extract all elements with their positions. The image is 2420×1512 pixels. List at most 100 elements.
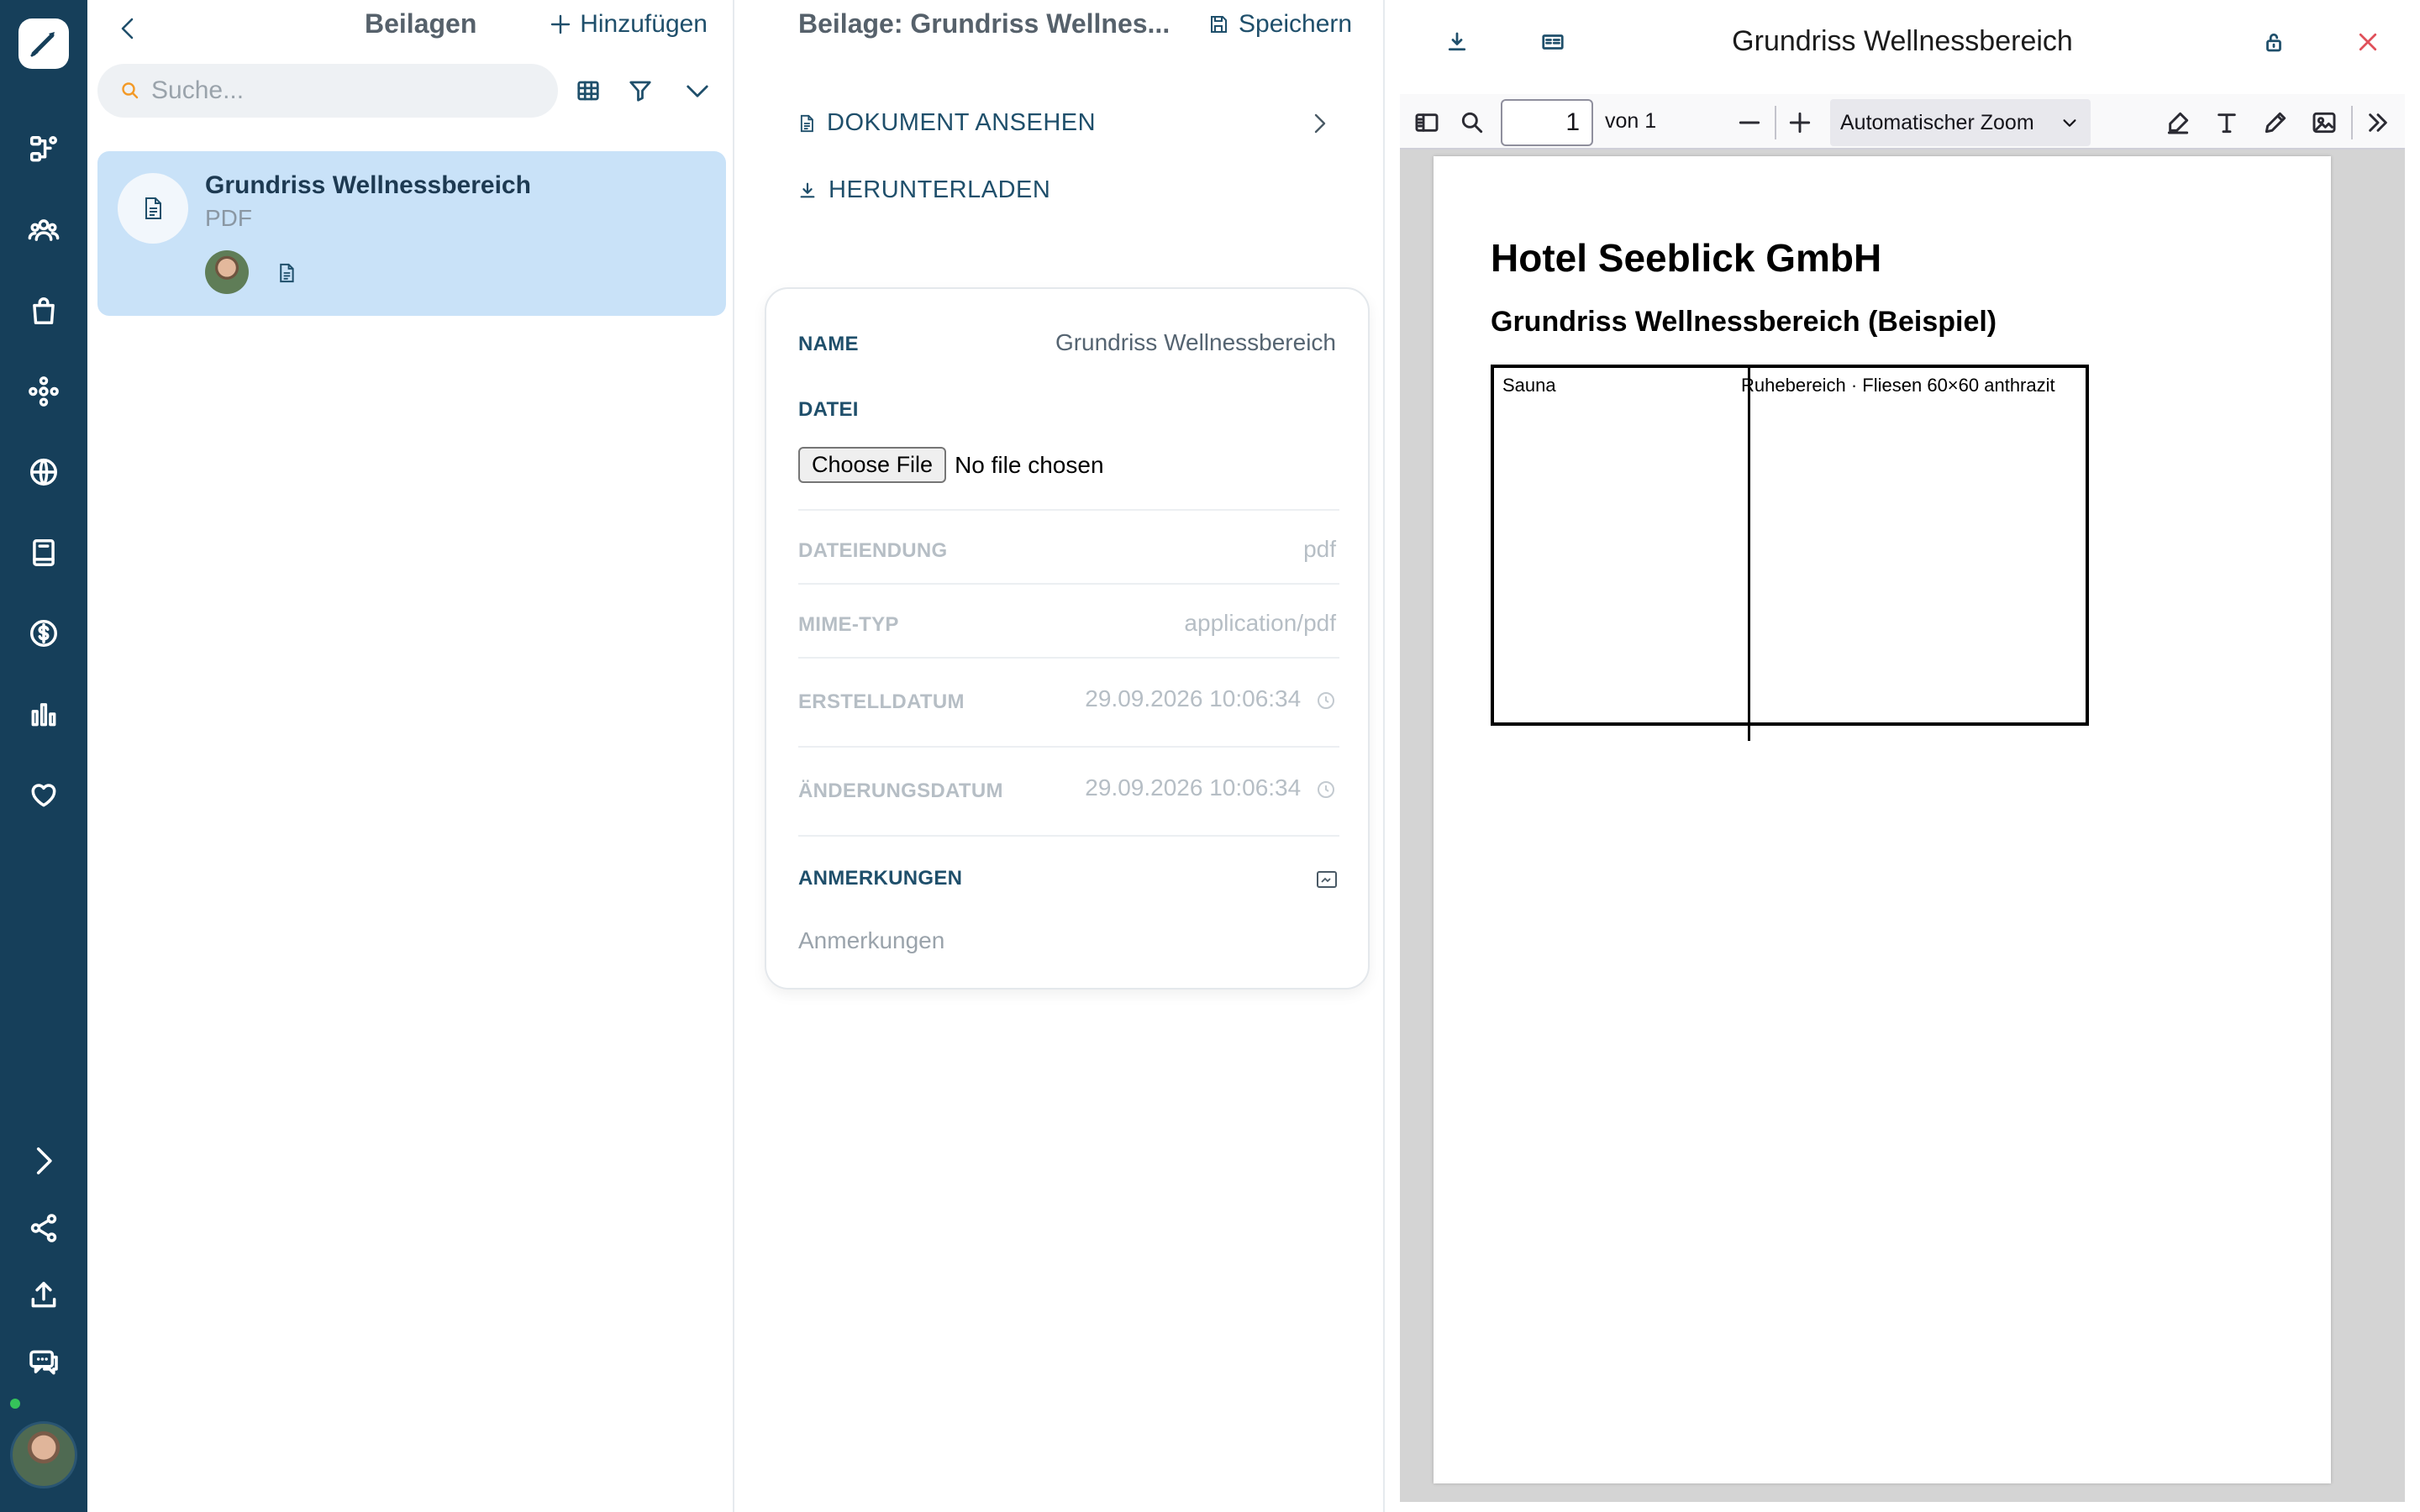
network-icon[interactable] xyxy=(18,366,69,417)
created-date-value: 29.09.2026 10:06:34 xyxy=(1085,685,1302,711)
modified-date-value: 29.09.2026 10:06:34 xyxy=(1085,774,1302,801)
search-icon[interactable] xyxy=(1455,106,1489,139)
sidebar-toggle-icon[interactable] xyxy=(1410,106,1444,139)
notes-label: ANMERKUNGEN xyxy=(798,867,963,890)
attachment-detail-panel: Beilage: Grundriss Wellnes... Speichern … xyxy=(734,0,1385,1512)
chevron-down-icon xyxy=(687,85,708,97)
heart-icon[interactable] xyxy=(18,769,69,820)
search-icon xyxy=(122,82,139,99)
floor-plan-wall xyxy=(1748,365,1750,741)
upload-icon[interactable] xyxy=(18,1270,69,1320)
name-label: NAME xyxy=(798,333,859,355)
zoom-out-icon[interactable] xyxy=(1733,106,1766,139)
more-tools-icon[interactable] xyxy=(2361,106,2395,139)
floor-plan-outline xyxy=(1491,365,2089,726)
users-icon[interactable] xyxy=(18,205,69,255)
bar-chart-icon[interactable] xyxy=(18,689,69,739)
divider xyxy=(798,583,1339,585)
name-field[interactable]: Grundriss Wellnessbereich xyxy=(1055,329,1336,356)
room-label: Ruhebereich · Fliesen 60×60 anthrazit xyxy=(1741,375,2055,396)
download-label: HERUNTERLADEN xyxy=(829,176,1051,203)
list-item-type: PDF xyxy=(205,205,252,231)
collapse-button[interactable] xyxy=(679,72,716,109)
no-file-text: No file chosen xyxy=(955,451,1104,478)
back-button[interactable] xyxy=(109,12,146,45)
modified-date-field: 29.09.2026 10:06:34 xyxy=(1085,774,1336,801)
viewer-header: Grundriss Wellnessbereich xyxy=(1385,0,2420,84)
close-icon[interactable] xyxy=(2351,25,2385,59)
detail-title: Beilage: Grundriss Wellnes... xyxy=(798,8,1171,39)
app-rail xyxy=(0,0,87,1512)
extension-value: pdf xyxy=(1303,536,1336,562)
plus-icon xyxy=(551,14,571,34)
extension-label: DATEIENDUNG xyxy=(798,539,948,562)
chevron-right-icon[interactable] xyxy=(1311,111,1329,136)
choose-file-button[interactable]: Choose File xyxy=(798,447,947,483)
download-icon xyxy=(800,182,815,197)
filter-button[interactable] xyxy=(622,72,659,109)
expand-editor-icon[interactable] xyxy=(1316,870,1338,889)
list-title: Beilagen xyxy=(365,8,477,39)
draw-icon[interactable] xyxy=(2259,106,2292,139)
divider xyxy=(798,835,1339,837)
share-icon[interactable] xyxy=(18,1203,69,1253)
attachment-form: NAME Grundriss Wellnessbereich DATEI Cho… xyxy=(765,287,1370,990)
page-count: von 1 xyxy=(1605,109,1657,133)
add-button[interactable]: Hinzufügen xyxy=(550,10,708,39)
lock-icon[interactable] xyxy=(2257,25,2291,59)
pdf-frame: 1 von 1 Automatischer Zoom Hotel Seeblic… xyxy=(1400,94,2405,1502)
mime-type-value: application/pdf xyxy=(1184,610,1336,636)
clock-icon xyxy=(1318,780,1334,798)
text-tool-icon[interactable] xyxy=(2210,106,2244,139)
divider xyxy=(798,746,1339,748)
created-date-label: ERSTELLDATUM xyxy=(798,690,965,713)
clock-icon xyxy=(1318,691,1334,709)
zoom-in-icon[interactable] xyxy=(1783,106,1817,139)
file-label: DATEI xyxy=(798,398,859,421)
filter-icon xyxy=(629,81,651,102)
toolbar-divider xyxy=(1775,106,1776,139)
chevron-down-icon xyxy=(2063,119,2076,127)
document-subheading: Grundriss Wellnessbereich (Beispiel) xyxy=(1491,306,1997,338)
book-icon[interactable] xyxy=(18,528,69,578)
save-button-label: Speichern xyxy=(1239,10,1353,38)
table-icon xyxy=(577,81,599,101)
notes-field[interactable]: Anmerkungen xyxy=(798,927,944,954)
zoom-select-value: Automatischer Zoom xyxy=(1840,111,2034,134)
divider xyxy=(798,509,1339,511)
save-button[interactable]: Speichern xyxy=(1208,10,1352,39)
creator-avatar xyxy=(205,250,249,294)
page-number-input[interactable]: 1 xyxy=(1501,99,1593,146)
online-status-dot xyxy=(8,1396,23,1411)
pdf-page: Hotel Seeblick GmbH Grundriss Wellnessbe… xyxy=(1434,156,2331,1483)
shopping-bag-icon[interactable] xyxy=(18,286,69,336)
divider xyxy=(798,657,1339,659)
expand-icon[interactable] xyxy=(18,1136,69,1186)
zoom-select[interactable]: Automatischer Zoom xyxy=(1830,99,2091,146)
search-box[interactable] xyxy=(97,64,558,118)
save-icon xyxy=(1211,16,1227,33)
document-icon xyxy=(800,114,813,132)
add-button-label: Hinzufügen xyxy=(580,10,708,38)
user-avatar[interactable] xyxy=(10,1421,77,1488)
logo-icon[interactable] xyxy=(18,18,69,69)
download-button[interactable]: HERUNTERLADEN xyxy=(798,176,1050,204)
search-input[interactable] xyxy=(151,76,521,105)
file-input[interactable]: Choose File No file chosen xyxy=(798,447,1104,483)
table-view-button[interactable] xyxy=(570,72,607,109)
highlight-icon[interactable] xyxy=(2161,106,2195,139)
list-item-name: Grundriss Wellnessbereich xyxy=(205,171,531,199)
pdf-toolbar: 1 von 1 Automatischer Zoom xyxy=(1400,94,2405,150)
document-icon xyxy=(118,173,188,244)
list-item[interactable]: Grundriss Wellnessbereich PDF xyxy=(97,151,726,316)
dollar-icon[interactable] xyxy=(18,608,69,659)
room-label: Sauna xyxy=(1502,375,1556,396)
globe-icon[interactable] xyxy=(18,447,69,497)
hierarchy-icon[interactable] xyxy=(18,124,69,175)
image-icon[interactable] xyxy=(2307,106,2341,139)
view-document-button[interactable]: DOKUMENT ANSEHEN xyxy=(798,109,1096,137)
chat-icon[interactable] xyxy=(18,1337,69,1388)
mime-type-label: MIME-TYP xyxy=(798,613,899,636)
view-document-label: DOKUMENT ANSEHEN xyxy=(827,109,1097,136)
created-date-field: 29.09.2026 10:06:34 xyxy=(1085,685,1336,712)
